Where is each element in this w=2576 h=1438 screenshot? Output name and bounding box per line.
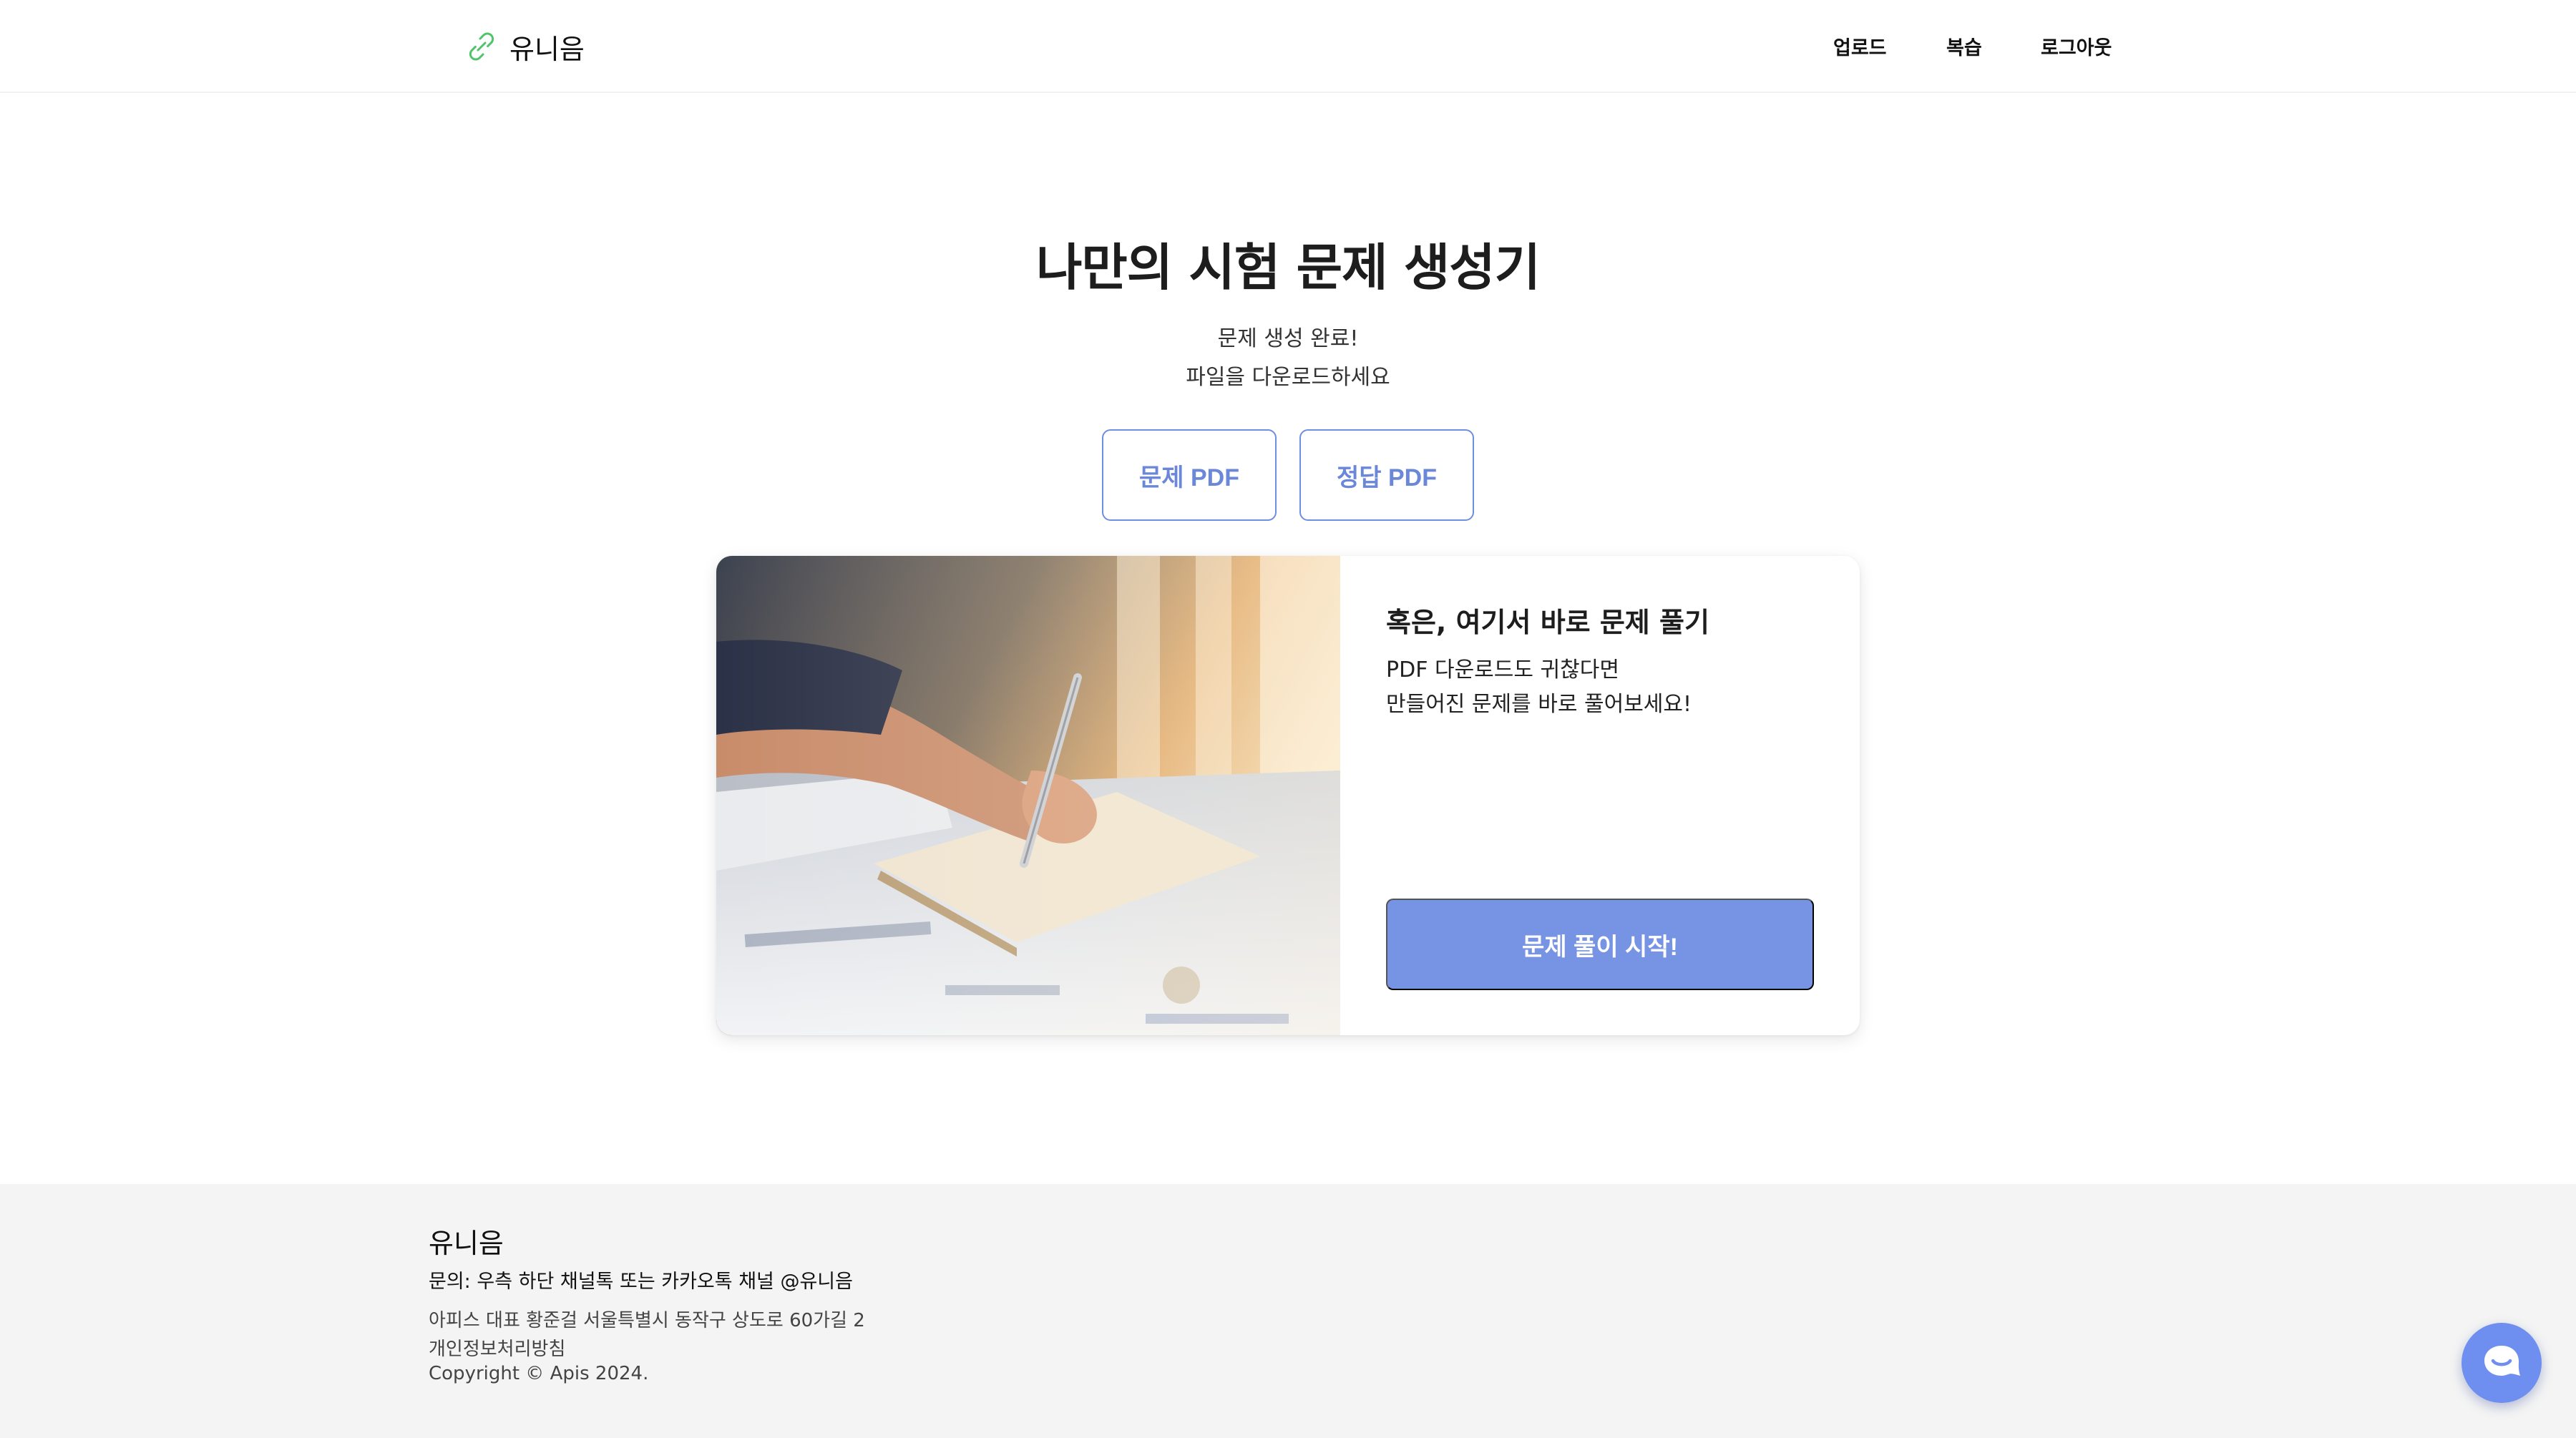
- start-solving-button[interactable]: 문제 풀이 시작!: [1386, 899, 1814, 990]
- chat-bubble-icon: [2484, 1346, 2520, 1376]
- footer-address: 아피스 대표 황준걸 서울특별시 동작구 상도로 60가길 2: [429, 1310, 865, 1331]
- answer-pdf-button[interactable]: 정답 PDF: [1299, 429, 1474, 521]
- question-pdf-button[interactable]: 문제 PDF: [1102, 429, 1277, 521]
- card-description-line2: 만들어진 문제를 바로 풀어보세요!: [1386, 692, 1692, 717]
- card-description-line1: PDF 다운로드도 귀찮다면: [1386, 657, 1619, 683]
- logo[interactable]: 유니음: [464, 26, 585, 67]
- nav-upload-link[interactable]: 업로드: [1833, 32, 1887, 60]
- footer-brand: 유니음: [429, 1228, 504, 1259]
- privacy-policy-link[interactable]: 개인정보처리방침: [429, 1334, 565, 1361]
- link-icon: [469, 32, 494, 61]
- footer-contact: 문의: 우측 하단 채널톡 또는 카카오톡 채널 @유니음: [429, 1271, 853, 1293]
- nav-logout-link[interactable]: 로그아웃: [2041, 32, 2112, 60]
- download-instruction: 파일을 다운로드하세요: [1186, 365, 1390, 390]
- top-header: 유니음 업로드 복습 로그아웃: [0, 0, 2576, 93]
- card-title: 혹은, 여기서 바로 문제 풀기: [1386, 607, 1709, 638]
- nav-review-link[interactable]: 복습: [1946, 32, 1982, 60]
- logo-text: 유니음: [509, 33, 585, 65]
- chat-button[interactable]: [2462, 1323, 2542, 1403]
- person-writing-photo: [716, 556, 1340, 1035]
- card-body: 혹은, 여기서 바로 문제 풀기 PDF 다운로드도 귀찮다면 만들어진 문제를…: [1386, 556, 1815, 1035]
- solve-now-card: 혹은, 여기서 바로 문제 풀기 PDF 다운로드도 귀찮다면 만들어진 문제를…: [716, 556, 1860, 1035]
- footer: 유니음 문의: 우측 하단 채널톡 또는 카카오톡 채널 @유니음 아피스 대표…: [0, 1184, 2576, 1438]
- page-title: 나만의 시험 문제 생성기: [1035, 238, 1541, 297]
- footer-copyright: Copyright © Apis 2024.: [429, 1363, 649, 1384]
- status-message: 문제 생성 완료!: [1217, 326, 1359, 351]
